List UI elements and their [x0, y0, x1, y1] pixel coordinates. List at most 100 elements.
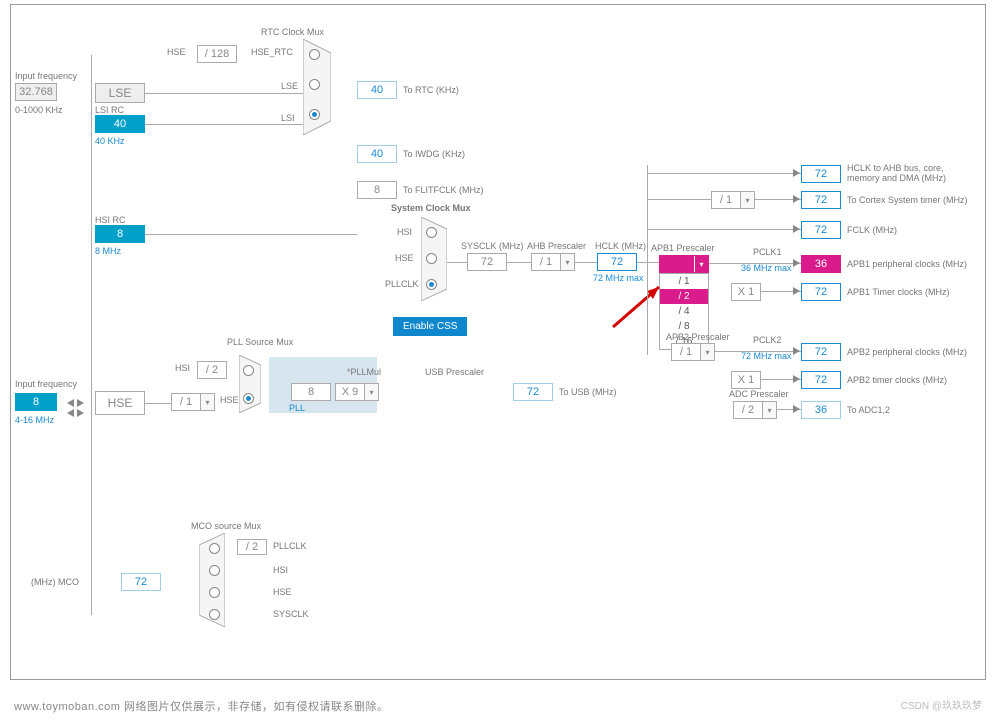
pll-hsi-label: HSI: [175, 363, 190, 373]
rtc-mux-title: RTC Clock Mux: [261, 27, 324, 37]
rtc-lsi-label: LSI: [281, 113, 295, 123]
lsi-unit-label: 40 KHz: [95, 136, 125, 146]
apb1-title: APB1 Prescaler: [651, 243, 715, 253]
cortex-presc-sel[interactable]: / 1 ▾: [711, 191, 755, 209]
conn-line: [715, 351, 801, 352]
mco-title: MCO source Mux: [191, 521, 261, 531]
mco-hsi-radio[interactable]: [209, 565, 220, 576]
pll-hsi-div2: / 2: [197, 361, 227, 379]
rtc-out-value: 40: [357, 81, 397, 99]
apb1-timer-label: APB1 Timer clocks (MHz): [847, 287, 950, 297]
apb2-presc-sel[interactable]: / 1 ▾: [671, 343, 715, 361]
pll-hse-presc-val: / 1: [172, 394, 200, 410]
lsi-value-box: 40: [95, 115, 145, 133]
apb2-periph-value: 72: [801, 343, 841, 361]
conn-line: [447, 262, 467, 263]
mco-hse-radio[interactable]: [209, 587, 220, 598]
arrow-icon: [67, 409, 74, 417]
hse-freq-box[interactable]: 8: [15, 393, 57, 411]
apb1-presc-sel[interactable]: ▾: [659, 255, 709, 273]
pll-name: PLL: [289, 403, 305, 413]
pll-value: 8: [291, 383, 331, 401]
cortex-presc-val: / 1: [712, 192, 740, 208]
rtc-mux-hse-radio[interactable]: [309, 49, 320, 60]
hsi-unit-label: 8 MHz: [95, 246, 121, 256]
rtc-mux-lse-radio[interactable]: [309, 79, 320, 90]
chevron-down-icon: ▾: [762, 402, 776, 418]
main-vline: [91, 55, 92, 615]
sysclk-pllclk-radio[interactable]: [426, 279, 437, 290]
pll-hse-label: HSE: [220, 395, 239, 405]
arrow-icon: [793, 225, 800, 233]
diagram-frame: Input frequency 32.768 0-1000 KHz Input …: [10, 4, 986, 680]
sysclk-hsi-radio[interactable]: [426, 227, 437, 238]
pll-hse-presc[interactable]: / 1 ▾: [171, 393, 215, 411]
sysclk-hsi-label: HSI: [397, 227, 412, 237]
conn-line: [145, 403, 171, 404]
arrow-icon: [67, 399, 74, 407]
mco-opt-sysclk: SYSCLK: [273, 609, 309, 619]
usb-label: To USB (MHz): [559, 387, 617, 397]
arrow-icon: [793, 375, 800, 383]
hclk-ahb-value: 72: [801, 165, 841, 183]
pclk1-label: PCLK1: [753, 247, 782, 257]
fclk-label: FCLK (MHz): [847, 225, 897, 235]
sysclk-pllclk-label: PLLCLK: [385, 279, 419, 289]
mco-opt-pllclk: PLLCLK: [273, 541, 307, 551]
cortex-value: 72: [801, 191, 841, 209]
arrow-icon: [793, 405, 800, 413]
lse-input-frequency-label: Input frequency: [15, 71, 77, 81]
conn-line: [575, 262, 597, 263]
adc-presc-sel[interactable]: / 2 ▾: [733, 401, 777, 419]
rtc-mux-lsi-radio[interactable]: [309, 109, 320, 120]
enable-css-button[interactable]: Enable CSS: [393, 317, 467, 336]
iwdg-label: To IWDG (KHz): [403, 149, 465, 159]
chevron-down-icon: ▾: [364, 384, 378, 400]
pllmul-val: X 9: [336, 384, 364, 400]
pclk2-label: PCLK2: [753, 335, 782, 345]
pll-src-hse-radio[interactable]: [243, 393, 254, 404]
sysclk-hse-radio[interactable]: [426, 253, 437, 264]
hclk-label: HCLK (MHz): [595, 241, 646, 251]
mco-pllclk-radio[interactable]: [209, 543, 220, 554]
ahb-presc-val: / 1: [532, 254, 560, 270]
pll-src-hsi-radio[interactable]: [243, 365, 254, 376]
adc-title: ADC Prescaler: [729, 389, 789, 399]
conn-line: [709, 263, 801, 264]
conn-line: [647, 165, 648, 355]
apb1-timer-mul: X 1: [731, 283, 761, 301]
mco-div: / 2: [237, 539, 267, 555]
arrow-icon: [793, 347, 800, 355]
pclk1-note: 36 MHz max: [741, 263, 792, 273]
lse-freq-box: 32.768: [15, 83, 57, 101]
apb2-title: APB2 Prescaler: [666, 332, 730, 342]
adc-value: 36: [801, 401, 841, 419]
mco-sysclk-radio[interactable]: [209, 609, 220, 620]
arrow-icon: [77, 399, 84, 407]
rtc-hse-rtc-label: HSE_RTC: [251, 47, 293, 57]
arrow-icon: [77, 409, 84, 417]
conn-line: [637, 262, 659, 263]
pllmul-label: *PLLMul: [347, 367, 381, 377]
apb2-presc-val: / 1: [672, 344, 700, 360]
rtc-hse-div: / 128: [197, 45, 237, 63]
pllmul-sel[interactable]: X 9 ▾: [335, 383, 379, 401]
apb1-periph-label: APB1 peripheral clocks (MHz): [847, 259, 967, 269]
arrow-icon: [793, 195, 800, 203]
rtc-out-label: To RTC (KHz): [403, 85, 459, 95]
chevron-down-icon: ▾: [700, 344, 714, 360]
sysclk-label: SYSCLK (MHz): [461, 241, 524, 251]
flitf-label: To FLITFCLK (MHz): [403, 185, 484, 195]
chevron-down-icon: ▾: [560, 254, 574, 270]
ahb-presc-sel[interactable]: / 1 ▾: [531, 253, 575, 271]
arrow-icon: [793, 259, 800, 267]
adc-label: To ADC1,2: [847, 405, 890, 415]
adc-presc-val: / 2: [734, 402, 762, 418]
arrow-icon: [793, 287, 800, 295]
mco-opt-hse: HSE: [273, 587, 292, 597]
apb2-timer-mul: X 1: [731, 371, 761, 389]
rtc-lse-label: LSE: [281, 81, 298, 91]
pll-src-mux-shape: [239, 355, 261, 413]
mco-value: 72: [121, 573, 161, 591]
arrow-icon: [793, 169, 800, 177]
